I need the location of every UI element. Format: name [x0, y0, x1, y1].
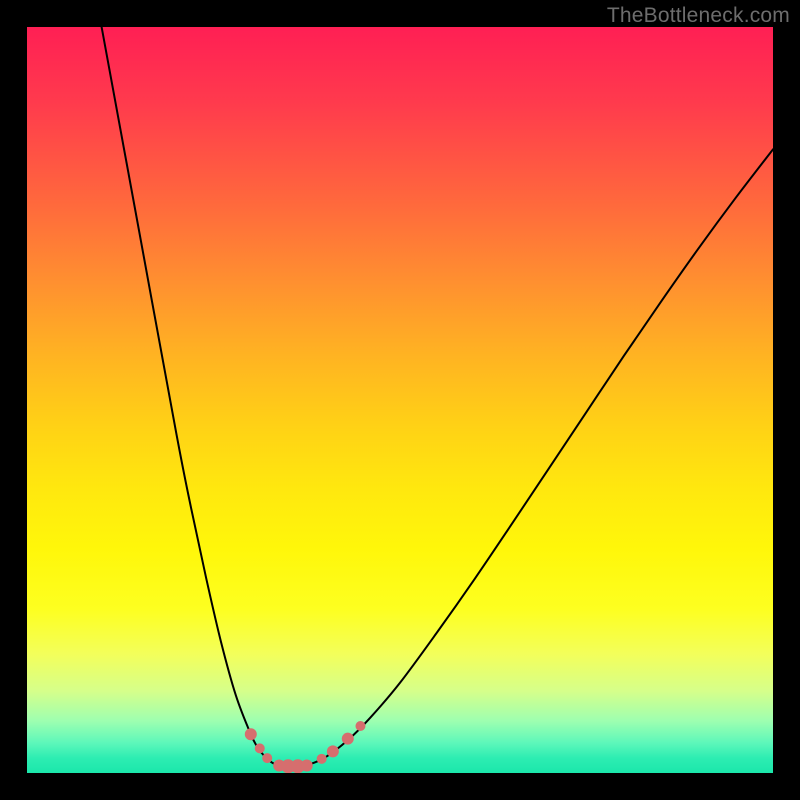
marker-right-mid [327, 745, 339, 757]
plot-area [27, 27, 773, 773]
chart-stage: TheBottleneck.com [0, 0, 800, 800]
series-right-curve [310, 149, 773, 764]
marker-left-lower [262, 753, 272, 763]
marker-group [245, 721, 366, 773]
curve-svg [27, 27, 773, 773]
series-left-curve [102, 27, 281, 766]
marker-right-lower [317, 754, 327, 764]
marker-right-upper [342, 733, 354, 745]
curve-group [102, 27, 773, 768]
marker-floor-d [301, 760, 313, 772]
marker-left-mid [255, 743, 265, 753]
watermark-text: TheBottleneck.com [607, 4, 790, 28]
marker-right-top [355, 721, 365, 731]
marker-left-upper [245, 728, 257, 740]
